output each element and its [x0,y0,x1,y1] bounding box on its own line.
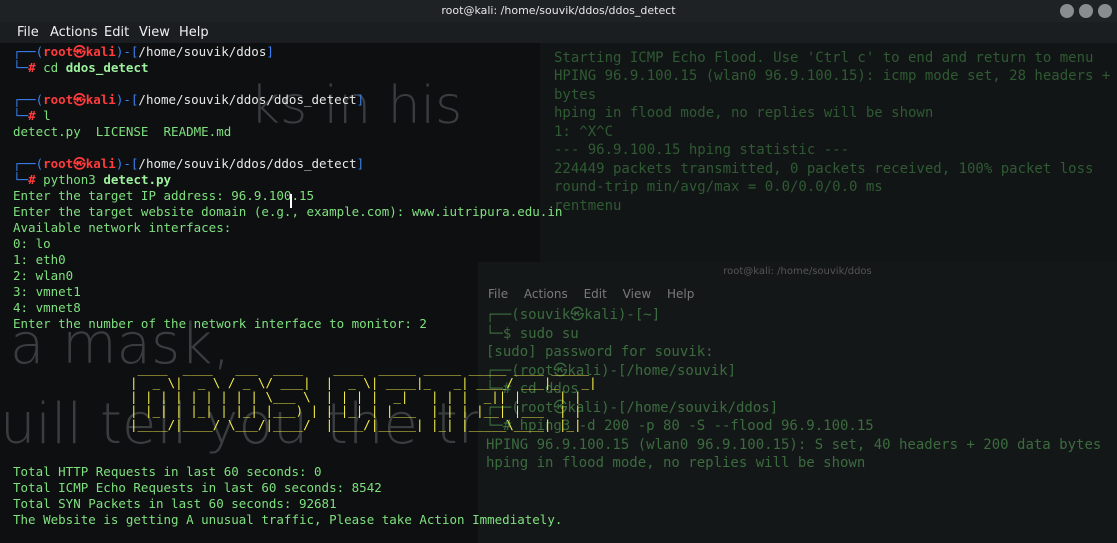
output-line: 1: eth0 [13,252,66,267]
ascii-banner: ____ ____ ___ ____ ____ _____ _____ ____… [130,361,597,432]
prompt-line: ┌──(root㉿kali)-[/home/souvik/ddos] [13,44,274,59]
text-cursor-icon [290,194,292,208]
command-line: └─# l [13,108,51,123]
bg-line: HPING 96.9.100.15 (wlan0 96.9.100.15): S… [486,436,1102,453]
output-line: 0: lo [13,236,51,251]
stat-syn: Total SYN Packets in last 60 seconds: 92… [13,496,337,511]
output-line: 4: vmnet8 [13,300,81,315]
alert-message: The Website is getting A unusual traffic… [13,512,563,527]
prompt-line: ┌──(root㉿kali)-[/home/souvik/ddos/ddos_d… [13,92,365,107]
output-line: 3: vmnet1 [13,284,81,299]
output-line: Enter the number of the network interfac… [13,316,427,331]
maximize-button[interactable] [1079,4,1093,18]
menu-file[interactable]: File [17,25,39,40]
command-line: └─# python3 detect.py [13,172,172,187]
output-line: Enter the target website domain (e.g., e… [13,204,563,219]
menu-help[interactable]: Help [179,25,209,40]
menu-edit[interactable]: Edit [104,25,129,40]
command-line: └─# cd ddos_detect [13,60,149,75]
bg-line: [sudo] password for souvik: [486,344,714,360]
stat-http: Total HTTP Requests in last 60 seconds: … [13,464,322,479]
minimize-button[interactable] [1060,4,1074,18]
menubar: File Actions Edit View Help [0,22,1117,43]
menu-actions[interactable]: Actions [50,25,98,40]
close-button[interactable] [1098,4,1112,18]
output-line: Enter the target IP address: 96.9.100.15 [13,188,315,203]
prompt-line: ┌──(root㉿kali)-[/home/souvik/ddos/ddos_d… [13,156,365,171]
ls-output: detect.py LICENSE README.md [13,124,232,139]
terminal-output[interactable]: ┌──(root㉿kali)-[/home/souvik/ddos] └─# c… [13,44,773,332]
output-line: 2: wlan0 [13,268,74,283]
menu-view[interactable]: View [139,25,170,40]
window-title: root@kali: /home/souvik/ddos/ddos_detect [441,4,676,17]
stats-output: Total HTTP Requests in last 60 seconds: … [13,464,773,528]
window-titlebar[interactable]: root@kali: /home/souvik/ddos/ddos_detect [0,0,1117,22]
output-line: Available network interfaces: [13,220,232,235]
stat-icmp: Total ICMP Echo Requests in last 60 seco… [13,480,382,495]
